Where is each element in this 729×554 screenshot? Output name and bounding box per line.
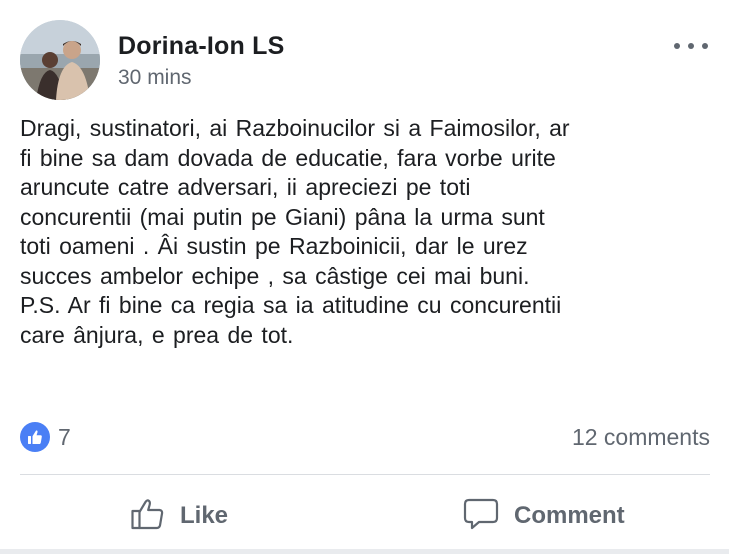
comment-count[interactable]: 12 comments [572,424,710,451]
card-bottom-border [0,549,729,554]
speech-bubble-icon [462,496,500,537]
divider [20,474,710,475]
dot [688,43,694,49]
comment-button-label: Comment [514,502,625,529]
post-card: Dorina-Ion LS 30 mins Dragi, sustinatori… [0,0,729,554]
avatar-photo [20,20,100,100]
comment-button[interactable]: Comment [462,490,625,542]
post-stats: 7 12 comments [20,420,710,452]
thumbs-up-icon[interactable] [20,422,50,452]
post-header: Dorina-Ion LS 30 mins [20,20,710,100]
dot [702,43,708,49]
like-button[interactable]: Like [130,490,228,542]
author-name[interactable]: Dorina-Ion LS [118,32,284,61]
post-text: Dragi, sustinatori, ai Razboinucilor si … [20,115,570,348]
like-count[interactable]: 7 [58,424,71,451]
post-timestamp[interactable]: 30 mins [118,66,192,90]
like-button-label: Like [180,502,229,529]
ellipsis-icon[interactable] [674,40,708,52]
thumbs-up-glyph [28,430,42,444]
avatar[interactable] [20,20,100,100]
thumbs-up-outline-icon [130,496,166,537]
action-bar: Like Comment [20,490,710,542]
dot [674,43,680,49]
